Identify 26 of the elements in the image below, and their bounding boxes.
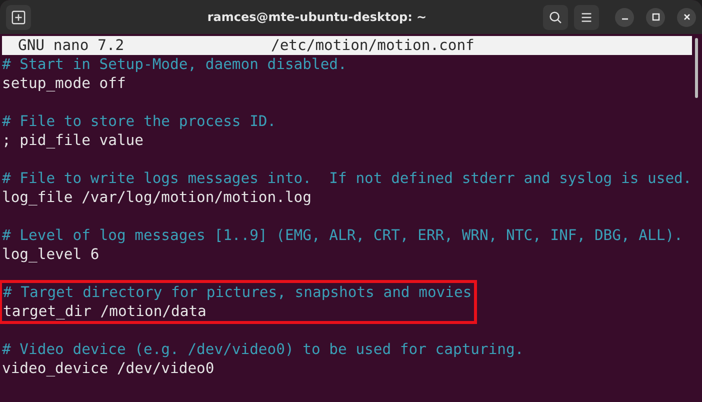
code-line: target_dir /motion/data — [3, 302, 208, 321]
close-button[interactable] — [677, 8, 696, 26]
code-comment: # Target directory for pictures, snapshots and movies — [3, 283, 472, 302]
window-title: ramces@mte-ubuntu-desktop: ~ — [206, 10, 428, 24]
code-comment: # Level of log messages [1..9] (EMG, ALR, CRT, ERR, WRN, NTC, INF, DBG, ALL). — [2, 226, 684, 245]
close-icon — [682, 12, 692, 22]
search-icon — [548, 10, 563, 24]
new-tab-button[interactable] — [6, 4, 31, 30]
code-line: ; pid_file value — [2, 131, 144, 150]
search-button[interactable] — [543, 4, 568, 30]
code-line: log_level 6 — [2, 245, 100, 264]
code-comment: # File to write logs messages into. If not defined stderr and syslog is used. — [2, 169, 692, 188]
code-line: log_file /var/log/motion/motion.log — [2, 188, 312, 207]
new-tab-icon — [11, 10, 26, 24]
menu-button[interactable] — [574, 4, 599, 30]
editor-version: GNU nano 7.2 — [18, 36, 126, 55]
file-path: /etc/motion/motion.conf — [271, 36, 474, 55]
code-line: setup_mode off — [2, 74, 127, 93]
maximize-icon — [650, 12, 660, 22]
code-comment: # File to store the process ID. — [2, 112, 278, 131]
code-comment: # Video device (e.g. /dev/video0) to be used for capturing. — [2, 340, 525, 359]
code-comment: # Start in Setup-Mode, daemon disabled. — [2, 55, 348, 74]
scrollbar[interactable] — [694, 38, 698, 98]
maximize-button[interactable] — [646, 8, 665, 26]
minimize-button[interactable] — [615, 8, 634, 26]
code-line: video_device /dev/video0 — [2, 359, 216, 378]
